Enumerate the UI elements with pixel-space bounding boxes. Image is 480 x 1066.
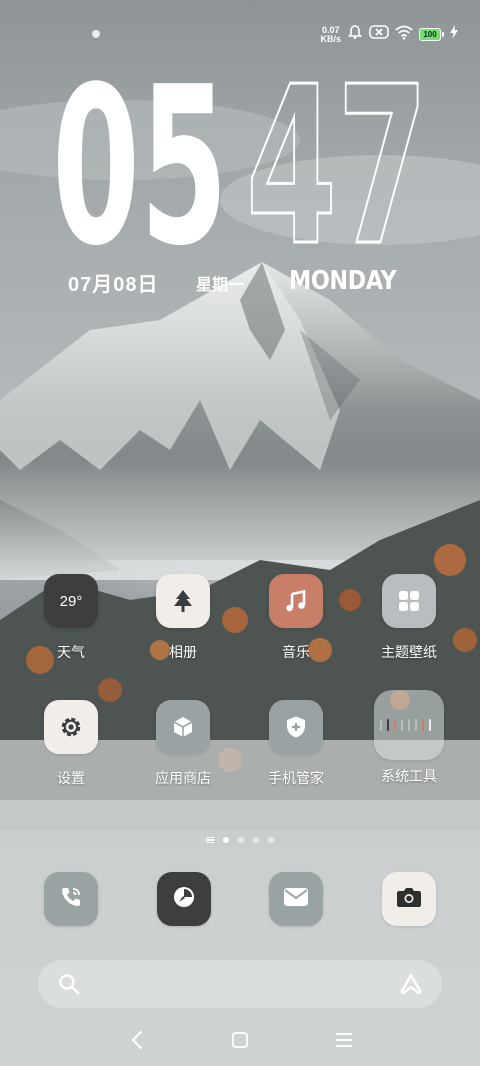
folder-system-tools[interactable]: 系统工具 — [353, 690, 465, 800]
app-security[interactable]: 手机管家 — [240, 700, 352, 810]
security-shield-icon — [269, 700, 323, 754]
weather-icon: 29° — [44, 574, 98, 628]
search-icon[interactable] — [58, 973, 80, 1000]
app-label: 主题壁纸 — [381, 644, 437, 660]
settings-gear-icon — [44, 700, 98, 754]
app-label: 天气 — [57, 644, 85, 660]
network-speed: 0.07 KB/s — [320, 25, 341, 44]
messages-icon — [283, 887, 309, 912]
browser-icon — [171, 884, 197, 915]
camera-icon — [396, 886, 422, 913]
weather-temperature: 29° — [59, 592, 83, 610]
weekday-cn: 星期一 — [196, 277, 245, 294]
app-themes[interactable]: 主题壁纸 — [353, 574, 465, 684]
phone-icon — [58, 884, 84, 915]
app-weather[interactable]: 29° 天气 — [15, 574, 127, 684]
battery-icon: 100 — [419, 28, 444, 41]
battery-level: 100 — [419, 28, 441, 41]
gallery-tree-icon — [156, 574, 210, 628]
wifi-icon — [395, 24, 413, 45]
alarm-icon — [347, 24, 363, 45]
dock-phone[interactable] — [44, 872, 98, 926]
page-dot[interactable] — [238, 837, 244, 843]
recents-icon[interactable] — [329, 1028, 359, 1052]
app-settings[interactable]: 设置 — [15, 700, 127, 810]
app-store-cube-icon — [156, 700, 210, 754]
app-gallery[interactable]: 相册 — [127, 574, 239, 684]
app-label: 应用商店 — [155, 770, 211, 786]
back-icon[interactable] — [122, 1028, 152, 1052]
page-dot[interactable] — [268, 837, 274, 843]
app-music[interactable]: 音乐 — [240, 574, 352, 684]
search-bar[interactable] — [38, 960, 442, 1008]
dock-browser[interactable] — [157, 872, 211, 926]
system-tools-folder-icon — [374, 690, 444, 760]
weekday-en: MONDAY — [289, 266, 397, 296]
app-label: 相册 — [169, 644, 197, 660]
page-list-icon[interactable] — [206, 837, 214, 843]
app-store[interactable]: 应用商店 — [127, 700, 239, 810]
clock-minutes: 47 — [246, 60, 428, 250]
themes-icon — [382, 574, 436, 628]
navigation-bar — [0, 1020, 480, 1060]
status-bar: 0.07 KB/s 100 — [0, 22, 480, 46]
assistant-icon[interactable] — [398, 972, 424, 1001]
network-speed-unit: KB/s — [320, 33, 341, 44]
search-input[interactable] — [92, 970, 386, 1000]
date-row: 07月08日 星期一 MONDAY — [0, 266, 480, 298]
clock-hours: 05 — [52, 60, 228, 250]
dock-messages[interactable] — [269, 872, 323, 926]
no-sim-icon — [369, 24, 389, 45]
app-label: 手机管家 — [268, 770, 324, 786]
app-label: 音乐 — [282, 644, 310, 660]
page-dot-active[interactable] — [223, 837, 229, 843]
charging-icon — [450, 25, 458, 44]
dock-camera[interactable] — [382, 872, 436, 926]
app-label: 设置 — [57, 770, 85, 786]
camera-cutout — [92, 30, 100, 38]
date-text: 07月08日 — [68, 274, 159, 296]
music-note-icon — [269, 574, 323, 628]
page-indicator[interactable] — [0, 835, 480, 845]
page-dot[interactable] — [253, 837, 259, 843]
home-icon[interactable] — [225, 1028, 255, 1052]
app-label: 系统工具 — [381, 768, 437, 784]
clock-widget[interactable]: 05 47 — [0, 60, 480, 250]
